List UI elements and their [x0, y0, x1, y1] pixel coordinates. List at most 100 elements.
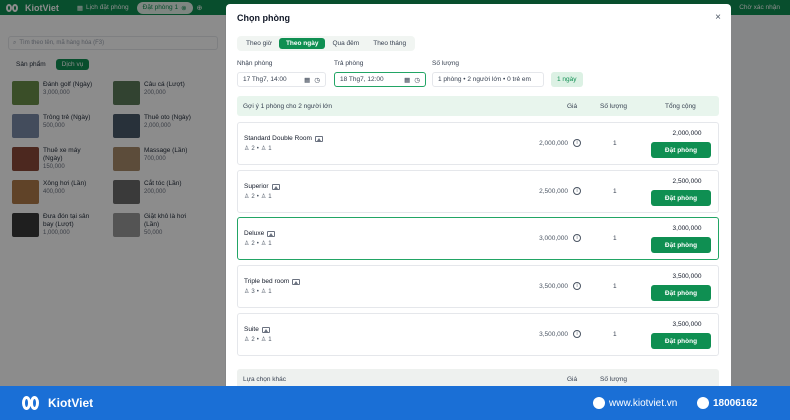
- child-count: 1: [268, 193, 272, 200]
- other-options-header: Lựa chọn khác Giá Số lượng: [237, 369, 719, 386]
- total-column-header: Tổng cộng: [665, 103, 696, 110]
- quantity-column-header: Số lượng: [600, 376, 628, 383]
- adult-icon: ♙: [244, 146, 250, 152]
- image-icon[interactable]: [267, 230, 276, 237]
- info-icon[interactable]: i: [573, 282, 581, 290]
- child-count: 1: [268, 288, 272, 295]
- banner-phone[interactable]: 18006162: [697, 397, 758, 409]
- image-icon[interactable]: [261, 326, 270, 333]
- room-quantity[interactable]: 1: [613, 140, 617, 147]
- checkin-value: 17 Thg7, 14:00: [243, 76, 287, 83]
- child-icon: ♙: [260, 337, 267, 343]
- adult-count: 2: [251, 193, 255, 200]
- room-name: Triple bed room: [244, 278, 290, 285]
- tab-monthly[interactable]: Theo tháng: [366, 38, 413, 49]
- adult-count: 2: [251, 240, 255, 247]
- adult-count: 2: [251, 145, 255, 152]
- price-column-header: Giá: [567, 103, 578, 110]
- room-name: Suite: [244, 326, 259, 333]
- tab-hourly[interactable]: Theo giờ: [239, 38, 279, 49]
- checkin-label: Nhận phòng: [237, 60, 273, 67]
- adult-count: 3: [251, 288, 255, 295]
- room-name-row: Suite: [244, 326, 270, 333]
- tab-daily[interactable]: Theo ngày: [278, 38, 326, 49]
- room-quantity[interactable]: 1: [613, 235, 617, 242]
- room-name-row: Deluxe: [244, 230, 276, 237]
- book-room-button[interactable]: Đặt phòng: [651, 285, 711, 301]
- tab-overnight[interactable]: Qua đêm: [325, 38, 366, 49]
- separator-dot: •: [256, 288, 259, 295]
- room-quantity[interactable]: 1: [613, 188, 617, 195]
- promo-banner: KiotViet www.kiotviet.vn 18006162: [0, 386, 790, 420]
- image-icon[interactable]: [314, 135, 323, 142]
- banner-website-text: www.kiotviet.vn: [609, 397, 678, 409]
- separator-dot: •: [256, 193, 259, 200]
- calendar-icon: ▦: [404, 76, 411, 84]
- calendar-icon: ▦: [304, 76, 311, 84]
- room-name: Superior: [244, 183, 269, 190]
- room-row[interactable]: Deluxe ♙ 2 • ♙ 1 3,000,000 i 1 3,000,000 Đặt phòng: [237, 217, 719, 260]
- clock-icon: ◷: [314, 76, 320, 84]
- child-count: 1: [268, 240, 272, 247]
- quantity-column-header: Số lượng: [600, 103, 628, 110]
- checkout-value: 18 Thg7, 12:00: [340, 76, 384, 83]
- room-total: 3,500,000: [672, 321, 702, 328]
- room-row[interactable]: Standard Double Room ♙ 2 • ♙ 1 2,000,000 i 1 2,00…: [237, 122, 719, 165]
- separator-dot: •: [256, 336, 259, 343]
- globe-icon: [593, 397, 605, 409]
- guest-quantity-field[interactable]: 1 phòng • 2 người lớn • 0 trẻ em: [432, 72, 544, 87]
- kiotviet-logo-icon: [22, 395, 44, 411]
- info-icon[interactable]: i: [573, 234, 581, 242]
- quantity-label: Số lượng: [432, 60, 460, 67]
- room-quantity[interactable]: 1: [613, 283, 617, 290]
- phone-icon: [697, 397, 709, 409]
- banner-website[interactable]: www.kiotviet.vn: [593, 397, 677, 409]
- child-count: 1: [268, 145, 272, 152]
- room-total: 3,000,000: [672, 225, 702, 232]
- nights-badge: 1 ngày: [551, 72, 583, 87]
- room-capacity: ♙ 2 • ♙ 1: [244, 145, 272, 153]
- room-price: 3,500,000: [539, 331, 568, 338]
- room-price: 3,500,000: [539, 283, 568, 290]
- other-options-heading: Lựa chọn khác: [243, 376, 287, 383]
- suggestion-table-header: Gợi ý 1 phòng cho 2 người lớn Giá Số lượ…: [237, 96, 719, 116]
- separator-dot: •: [256, 145, 259, 152]
- info-icon[interactable]: i: [573, 330, 581, 338]
- image-icon[interactable]: [292, 278, 301, 285]
- room-row[interactable]: Triple bed room ♙ 3 • ♙ 1 3,500,000 i 1 3,500,000…: [237, 265, 719, 308]
- adult-count: 2: [251, 336, 255, 343]
- checkout-field[interactable]: 18 Thg7, 12:00 ▦ ◷: [334, 72, 426, 87]
- room-price: 2,000,000: [539, 140, 568, 147]
- info-icon[interactable]: i: [573, 187, 581, 195]
- adult-icon: ♙: [244, 241, 250, 247]
- checkin-field[interactable]: 17 Thg7, 14:00 ▦ ◷: [237, 72, 326, 87]
- child-icon: ♙: [260, 146, 267, 152]
- adult-icon: ♙: [244, 289, 250, 295]
- room-capacity: ♙ 2 • ♙ 1: [244, 336, 272, 344]
- room-row[interactable]: Superior ♙ 2 • ♙ 1 2,500,000 i 1 2,500,000 Đặt phò…: [237, 170, 719, 213]
- book-room-button[interactable]: Đặt phòng: [651, 142, 711, 158]
- room-total: 2,000,000: [672, 130, 702, 137]
- info-icon[interactable]: i: [573, 139, 581, 147]
- room-row[interactable]: Suite ♙ 2 • ♙ 1 3,500,000 i 1 3,500,000 Đặt phòng: [237, 313, 719, 356]
- room-capacity: ♙ 3 • ♙ 1: [244, 288, 272, 296]
- room-name: Standard Double Room: [244, 135, 312, 142]
- modal-title: Chọn phòng: [237, 13, 290, 23]
- adult-icon: ♙: [244, 194, 250, 200]
- room-price: 3,000,000: [539, 235, 568, 242]
- clock-icon: ◷: [414, 76, 420, 84]
- adult-icon: ♙: [244, 337, 250, 343]
- image-icon[interactable]: [271, 183, 280, 190]
- child-icon: ♙: [260, 289, 267, 295]
- room-capacity: ♙ 2 • ♙ 1: [244, 240, 272, 248]
- close-icon[interactable]: ×: [715, 12, 721, 23]
- book-room-button[interactable]: Đặt phòng: [651, 190, 711, 206]
- rental-mode-tabs: Theo giờ Theo ngày Qua đêm Theo tháng: [237, 36, 416, 51]
- book-room-button[interactable]: Đặt phòng: [651, 333, 711, 349]
- child-icon: ♙: [260, 194, 267, 200]
- book-room-button[interactable]: Đặt phòng: [651, 237, 711, 253]
- banner-phone-text: 18006162: [713, 397, 758, 409]
- room-quantity[interactable]: 1: [613, 331, 617, 338]
- room-name-row: Standard Double Room: [244, 135, 323, 142]
- room-total: 2,500,000: [672, 178, 702, 185]
